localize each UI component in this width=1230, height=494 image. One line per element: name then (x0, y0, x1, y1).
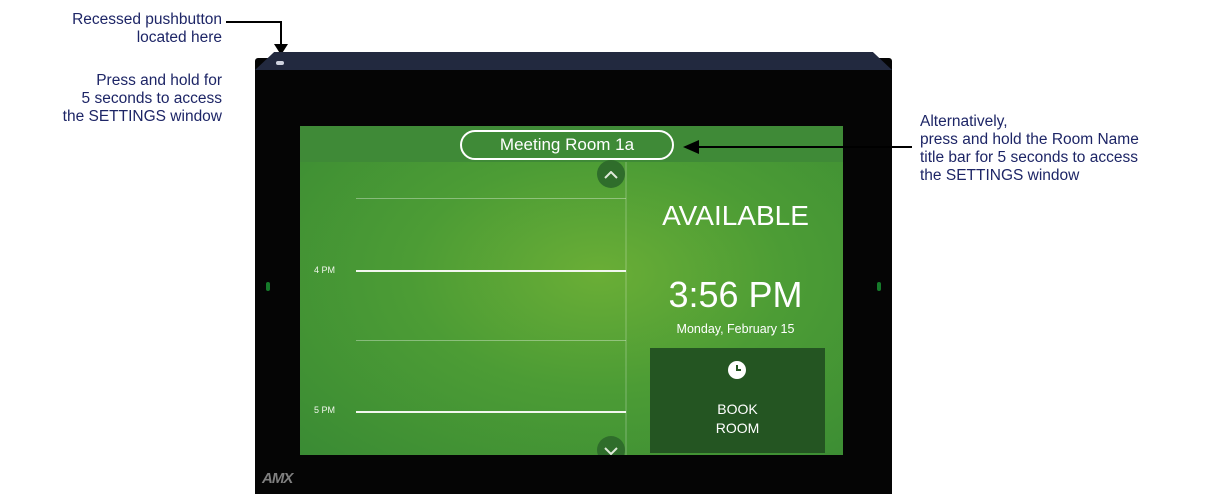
left-led-indicator (266, 282, 270, 291)
titlebar-leader-horizontal (698, 146, 912, 148)
room-status: AVAILABLE (662, 200, 809, 231)
room-name-title-bar[interactable]: Meeting Room 1a (300, 126, 843, 162)
titlebar-callout: Alternatively, press and hold the Room N… (920, 113, 1139, 185)
titlebar-desc-line-1: Alternatively, (920, 113, 1008, 130)
pushbutton-leader-horizontal (226, 21, 282, 23)
current-date: Monday, February 15 (676, 322, 795, 336)
pushbutton-callout-line-1: Recessed pushbutton (72, 11, 222, 28)
schedule-hour-line-5pm (356, 411, 626, 413)
pushbutton-desc-line-2: 5 seconds to access (81, 90, 222, 107)
pushbutton-desc-line-1: Press and hold for (96, 72, 222, 89)
touch-screen: Meeting Room 1a 4 PM 5 PM AVAILABLE 3:56… (300, 126, 843, 455)
schedule-half-hour-line (356, 340, 626, 341)
pushbutton-callout-title: Recessed pushbutton located here (72, 11, 222, 47)
book-room-line-2: ROOM (715, 420, 760, 436)
pushbutton-callout-line-2: located here (136, 29, 222, 46)
chevron-down-icon[interactable] (597, 436, 625, 455)
pushbutton-desc-line-3: the SETTINGS window (62, 108, 222, 125)
current-time: 3:56 PM (668, 274, 803, 315)
chevron-up-icon[interactable] (597, 160, 625, 188)
pushbutton-callout-description: Press and hold for 5 seconds to access t… (63, 72, 222, 126)
titlebar-desc-line-4: the SETTINGS window (920, 167, 1080, 184)
titlebar-desc-line-3: title bar for 5 seconds to access (920, 149, 1138, 166)
schedule-half-hour-line (356, 198, 626, 199)
amx-logo: AMX (262, 470, 293, 487)
schedule-hour-line-4pm (356, 270, 626, 272)
hour-label-5pm: 5 PM (314, 405, 336, 415)
recessed-pushbutton[interactable] (276, 61, 284, 65)
book-room-button[interactable]: BOOK ROOM (650, 348, 825, 453)
panel-divider (625, 162, 627, 455)
right-led-indicator (877, 282, 881, 291)
device-top-bezel (255, 52, 892, 70)
book-room-line-1: BOOK (717, 401, 758, 417)
titlebar-desc-line-2: press and hold the Room Name (920, 131, 1139, 148)
clock-icon (728, 361, 746, 379)
room-name-label: Meeting Room 1a (460, 130, 674, 160)
hour-label-4pm: 4 PM (314, 265, 336, 275)
titlebar-arrow-icon (683, 140, 699, 154)
book-room-label: BOOK ROOM (650, 400, 825, 438)
